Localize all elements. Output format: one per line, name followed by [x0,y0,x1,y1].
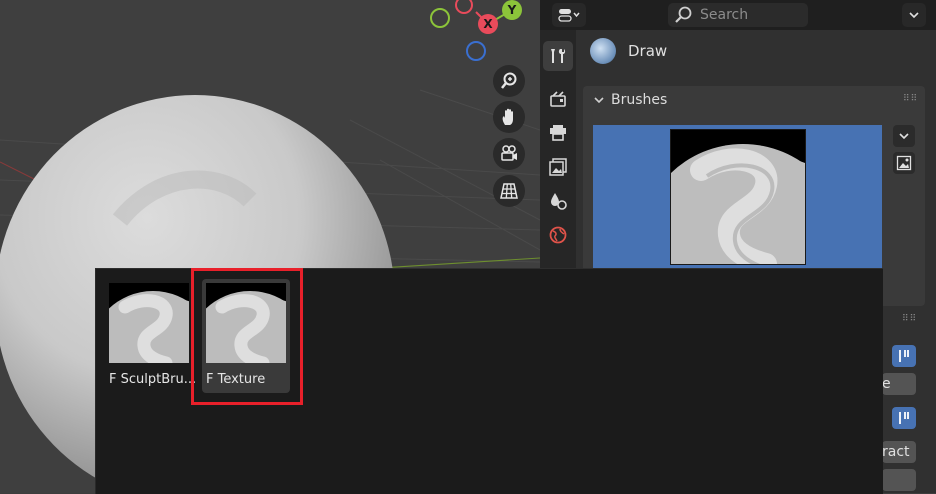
active-tool-name: Draw [628,42,668,60]
draw-brush-icon [590,38,616,64]
brushes-panel-header[interactable]: Brushes [583,86,925,114]
gizmo-x-label: X [483,17,493,31]
setting-field-label: e [882,376,891,392]
brush-thumbnail [109,283,189,363]
brush-menu-button[interactable] [893,125,915,147]
tab-view-layer[interactable] [543,152,573,182]
active-tool-header: Draw [590,36,667,66]
chevron-down-icon [909,12,919,19]
tab-output[interactable] [543,118,573,148]
zoom-button[interactable] [493,65,525,97]
highlight-annotation [191,268,303,405]
editor-type-button[interactable] [552,3,586,27]
subtract-button-label: ract [882,444,910,460]
gizmo-neg-y[interactable] [430,8,450,28]
direction-toggle-button[interactable] [892,407,916,429]
options-dropdown-button[interactable] [902,3,926,27]
brush-image-button[interactable] [893,152,915,174]
chevron-down-icon [899,133,909,140]
gizmo-y-label: Y [507,3,517,17]
chevron-down-icon [594,97,604,104]
brush-preview-area[interactable] [593,125,882,270]
subtract-button[interactable]: ract [882,441,916,463]
panel-drag-grip[interactable]: ⠿⠿ [903,94,918,104]
navigation-gizmo[interactable]: X Y [420,0,530,64]
grid-view-icon [500,183,518,199]
brush-item-label: F SculptBru... [109,372,195,387]
tab-world[interactable] [543,220,573,250]
world-icon [549,226,567,244]
search-placeholder: Search [700,7,749,23]
image-icon [896,155,912,171]
pan-button[interactable] [493,101,525,133]
brush-stroke-icon [899,412,909,424]
render-icon [550,91,566,107]
scene-icon [551,193,567,210]
tool-icon [551,49,566,63]
setting-field[interactable]: e [882,373,916,395]
brush-preview-thumbnail [670,129,806,265]
hand-pan-icon [502,108,513,125]
brushes-panel-title: Brushes [611,92,668,108]
tab-scene[interactable] [543,186,573,216]
brush-stroke-icon [899,350,909,362]
tab-render[interactable] [543,84,573,114]
properties-header: Search [540,0,936,30]
zoom-icon [501,72,517,89]
ortho-toggle-button[interactable] [493,175,525,207]
gizmo-neg-z[interactable] [466,41,486,61]
camera-view-button[interactable] [493,138,525,170]
brush-item-sculpt[interactable]: F SculptBru... [105,279,195,393]
direction-toggle-button[interactable] [892,345,916,367]
camera-icon [501,145,517,161]
output-icon [550,125,566,141]
setting-field[interactable] [882,469,916,491]
gizmo-neg-x[interactable] [455,0,473,14]
search-input[interactable]: Search [668,3,808,27]
panel-drag-grip[interactable]: ⠿⠿ [902,314,917,324]
search-icon [675,6,692,23]
tab-tool[interactable] [543,41,573,71]
editor-type-icon [558,9,580,22]
view-layer-icon [549,158,567,176]
